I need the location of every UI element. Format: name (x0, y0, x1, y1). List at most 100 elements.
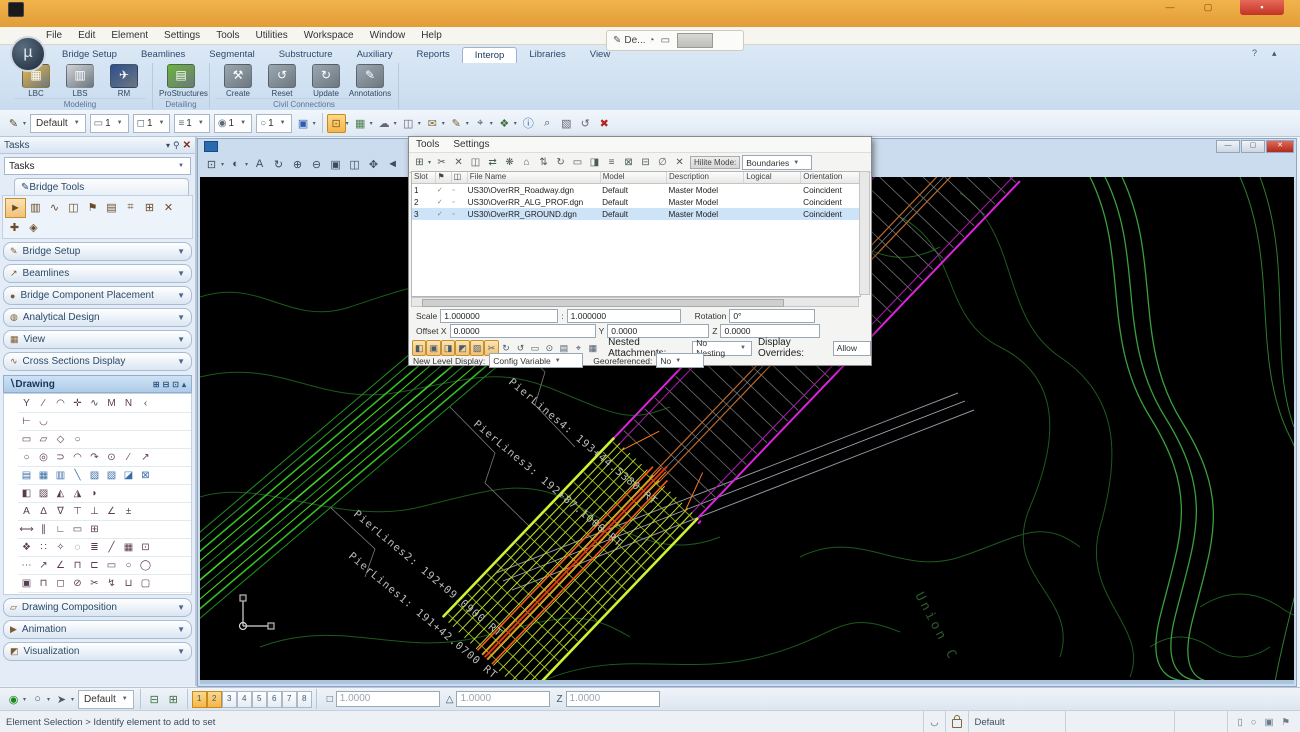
hilite-mode-select[interactable]: Boundaries▼ (742, 155, 812, 170)
drawing-tool-icon[interactable]: ▭ (103, 558, 120, 573)
view-toggle-6[interactable]: 6 (267, 691, 282, 708)
refs-tool-icon-3[interactable]: ◫ (467, 154, 484, 171)
chevron-down-icon[interactable]: ▼ (177, 625, 185, 634)
chevron-down-icon[interactable]: ▾ (221, 161, 224, 168)
view-previous-icon[interactable]: ◄ (383, 155, 402, 174)
chevron-down-icon[interactable]: ▾ (47, 696, 50, 703)
chevron-down-icon[interactable]: ▾ (23, 696, 26, 703)
section-bridge-component-placement[interactable]: ●Bridge Component Placement▼ (3, 286, 192, 305)
refs-tool-icon-8[interactable]: ↻ (552, 154, 569, 171)
drawing-header-icon[interactable]: ⊞ (153, 380, 160, 389)
drawing-header-icon[interactable]: ▴ (182, 380, 186, 389)
drawing-tool-icon[interactable]: ◎ (35, 450, 52, 465)
drawing-tool-icon[interactable]: ↯ (103, 576, 120, 591)
chevron-down-icon[interactable]: ▾ (428, 159, 431, 166)
view-close-button[interactable]: ✕ (1266, 140, 1294, 153)
table-horizontal-scrollbar[interactable] (411, 297, 859, 307)
refs-tool-icon-0[interactable]: ⊞ (411, 154, 428, 171)
view-group-icon-1[interactable]: ⊞ (164, 690, 183, 709)
view-toggle-5[interactable]: 5 (252, 691, 267, 708)
active-level-indicator[interactable]: Default (968, 711, 1065, 732)
section-analytical-design[interactable]: ◍Analytical Design▼ (3, 308, 192, 327)
ribbon-button-prostructures[interactable]: ▤ProStructures (159, 63, 203, 98)
drawing-tool-icon[interactable]: ↗ (35, 558, 52, 573)
refs-tool-icon-6[interactable]: ⌂ (518, 154, 535, 171)
drawing-tool-icon[interactable]: ▥ (52, 468, 69, 483)
ribbon-collapse-icon[interactable]: ▴ (1272, 48, 1277, 59)
app-logo-icon[interactable]: µ (10, 36, 46, 72)
drawing-tool-icon[interactable]: ◡ (35, 414, 52, 429)
drawing-tool-icon[interactable]: ✧ (52, 540, 69, 555)
display-overrides-select[interactable]: Allow (833, 341, 871, 356)
drawing-tool-icon[interactable]: ⊥ (86, 504, 103, 519)
chevron-down-icon[interactable]: ▾ (23, 120, 26, 127)
drawing-tool-icon[interactable]: ▦ (120, 540, 137, 555)
menu-item-utilities[interactable]: Utilities (248, 28, 296, 43)
window-maximize-button[interactable]: ▢ (1193, 0, 1223, 15)
search-icon[interactable]: ⌕ (538, 114, 557, 133)
table-vertical-scrollbar[interactable] (859, 171, 870, 295)
drawing-tool-icon[interactable]: ▤ (18, 468, 35, 483)
drawing-tool-icon[interactable]: ∇ (52, 504, 69, 519)
refs-tool-icon-14[interactable]: ∅ (654, 154, 671, 171)
drawing-tool-icon[interactable]: ⟷ (18, 522, 35, 537)
menu-item-workspace[interactable]: Workspace (296, 28, 362, 43)
drawing-tool-icon[interactable]: ↷ (86, 450, 103, 465)
drawing-tool-icon[interactable]: ❖ (18, 540, 35, 555)
tab-bridge-tools[interactable]: ✎ Bridge Tools (14, 178, 189, 195)
ribbon-tab-beamlines[interactable]: Beamlines (129, 47, 197, 63)
section-drawing-composition[interactable]: ▱Drawing Composition▼ (3, 598, 192, 617)
chevron-down-icon[interactable]: ▾ (442, 120, 445, 127)
pen-icon[interactable]: ✎ (613, 35, 621, 46)
menu-item-window[interactable]: Window (362, 28, 414, 43)
drawing-tool-icon[interactable]: ▧ (103, 468, 120, 483)
ribbon-button-create[interactable]: ⚒Create (216, 63, 260, 98)
info-icon[interactable]: ⓘ (519, 114, 538, 133)
attribute-combo-4[interactable]: ○1▼ (256, 114, 292, 133)
drawing-tool-icon[interactable]: ◠ (52, 396, 69, 411)
locks-icon[interactable]: ➤ (52, 690, 71, 709)
drawing-tool-icon[interactable]: ╲ (69, 468, 86, 483)
drawing-tool-icon[interactable]: Μ (103, 396, 120, 411)
window-area-icon[interactable]: ▣ (326, 155, 345, 174)
bridge-tool-icon[interactable]: ◈ (24, 218, 43, 236)
window-titlebar[interactable] (0, 0, 1300, 27)
refs-tool-icon-10[interactable]: ◨ (586, 154, 603, 171)
drawing-tool-icon[interactable]: ◮ (69, 486, 86, 501)
window-minimize-button[interactable]: — (1155, 0, 1185, 15)
active-element-template-icon[interactable]: ✎ (4, 114, 23, 133)
drawing-tool-icon[interactable]: ⊙ (103, 450, 120, 465)
drawing-tool-icon[interactable]: A (18, 504, 35, 519)
menu-item-element[interactable]: Element (103, 28, 156, 43)
section-beamlines[interactable]: ↗Beamlines▼ (3, 264, 192, 283)
refs-menu-tools[interactable]: Tools (409, 139, 446, 150)
reference-row[interactable]: 2✓▫US30\OverRR_ALG_PROF.dgnDefaultMaster… (412, 196, 860, 208)
attribute-combo-1[interactable]: ◻1▼ (133, 114, 171, 133)
ribbon-button-rm[interactable]: ✈RM (102, 63, 146, 98)
refs-tool-icon-1[interactable]: ✂ (433, 154, 450, 171)
drawing-tool-icon[interactable]: ⊞ (86, 522, 103, 537)
access-key-icon[interactable]: ✖ (595, 114, 614, 133)
chevron-down-icon[interactable]: ▾ (514, 120, 517, 127)
status-icon-3[interactable]: ⚑ (1281, 717, 1290, 728)
chevron-down-icon[interactable]: ▾ (71, 696, 74, 703)
circle-icon[interactable]: ◔ (649, 35, 655, 46)
drawing-tool-icon[interactable]: ⊢ (18, 414, 35, 429)
ribbon-tab-interop[interactable]: Interop (462, 47, 518, 63)
drawing-tool-icon[interactable]: ⊤ (69, 504, 86, 519)
menu-item-settings[interactable]: Settings (156, 28, 208, 43)
refs-tool-icon-7[interactable]: ⇅ (535, 154, 552, 171)
annotate-icon[interactable]: ✎ (447, 114, 466, 133)
bridge-tool-icon[interactable]: ✕ (159, 198, 178, 216)
attribute-combo-3[interactable]: ◉1▼ (214, 114, 252, 133)
section-cross-sections-display[interactable]: ∿Cross Sections Display▼ (3, 352, 192, 371)
bridge-tool-icon[interactable]: ⌗ (121, 198, 140, 216)
section-view[interactable]: ▦View▼ (3, 330, 192, 349)
column-header-1[interactable]: ⚑ (436, 172, 452, 183)
drawing-tool-icon[interactable]: ◠ (69, 450, 86, 465)
chevron-down-icon[interactable]: ▼ (177, 269, 185, 278)
pin-icon[interactable]: ⚲ (173, 140, 180, 151)
drawing-tool-icon[interactable]: ◯ (137, 558, 154, 573)
drawing-tool-icon[interactable]: ▭ (69, 522, 86, 537)
drawing-tool-icon[interactable]: ⊠ (137, 468, 154, 483)
